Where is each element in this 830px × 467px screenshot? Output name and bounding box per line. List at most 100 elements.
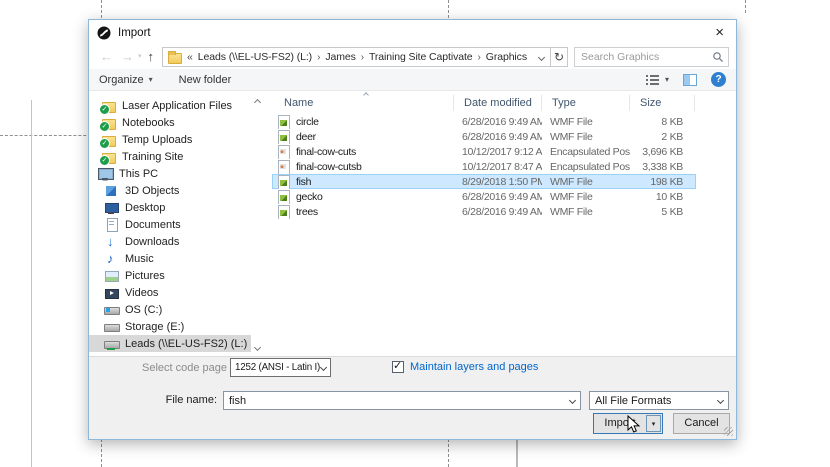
import-options-caret-icon[interactable]: ▾ [646,415,661,432]
file-size: 3,338 KB [630,161,695,173]
sidebar-item[interactable]: Pictures [89,267,251,284]
sidebar-item[interactable]: Laser Application Files [89,97,251,114]
app-logo-icon [97,26,111,40]
breadcrumb-separator[interactable]: › [478,52,481,63]
file-name: deer [296,131,316,143]
file-format-select[interactable]: All File Formats [589,391,729,410]
code-page-value: 1252 (ANSI - Latin I) [235,362,320,373]
file-name: trees [296,206,318,218]
title-bar: Import × [89,20,736,45]
search-input[interactable] [581,51,712,63]
file-name-input[interactable] [224,395,570,407]
sidebar-item[interactable]: Temp Uploads [89,131,251,148]
sidebar-item[interactable]: 3D Objects [89,182,251,199]
column-header-date-modified[interactable]: Date modified [454,95,542,111]
file-row[interactable]: deer6/28/2016 9:49 AMWMF File2 KB [272,129,696,144]
file-name-cell: circle [272,115,454,129]
file-size: 3,696 KB [630,146,695,158]
file-date-modified: 10/12/2017 9:12 AM [454,146,542,158]
resize-grip[interactable] [724,427,733,436]
guide-line-vertical-solid [31,100,32,467]
sidebar-item[interactable]: Leads (\\EL-US-FS2) (L:) [89,335,251,352]
sidebar-item[interactable]: Desktop [89,199,251,216]
breadcrumb-segment[interactable]: Leads (\\EL-US-FS2) (L:) [198,51,312,63]
refresh-button[interactable]: ↻ [551,47,568,67]
organize-button[interactable]: Organize ▾ [99,74,153,86]
sidebar-item-label: Laser Application Files [122,100,232,112]
downloads-icon [104,235,119,249]
file-date-modified: 10/12/2017 8:47 AM [454,161,542,173]
file-name: fish [296,176,311,188]
sidebar-item-label: Documents [125,219,181,231]
code-page-select[interactable]: 1252 (ANSI - Latin I) [230,358,331,377]
sidebar-item[interactable]: Music [89,250,251,267]
drive-os-icon [104,303,119,317]
breadcrumb-segment[interactable]: Graphics [486,51,527,63]
organize-label: Organize [99,74,144,86]
breadcrumb-separator[interactable]: › [317,52,320,63]
navigation-pane: Laser Application Files NotebooksTemp Upl… [89,91,267,356]
command-toolbar: Organize ▾ New folder ▾ ? [89,69,736,91]
sidebar-item[interactable]: OS (C:) [89,301,251,318]
sidebar-item-label: Pictures [125,270,165,282]
sidebar-item[interactable]: Storage (E:) [89,318,251,335]
file-type: WMF File [542,191,630,203]
breadcrumb-segment[interactable]: Training Site Captivate [369,51,473,63]
file-date-modified: 6/28/2016 9:49 AM [454,131,542,143]
sidebar-item[interactable]: Documents [89,216,251,233]
breadcrumb-segment[interactable]: James [325,51,355,63]
file-name: final-cow-cuts [296,146,356,158]
file-name: final-cow-cutsb [296,161,362,173]
sidebar-item-label: Downloads [125,236,179,248]
sidebar-item-label: OS (C:) [125,304,162,316]
sidebar-item[interactable]: This PC [89,165,251,182]
help-icon[interactable]: ? [711,72,726,87]
sidebar-item[interactable]: Training Site [89,148,251,165]
column-header-type[interactable]: Type [542,95,630,111]
file-type: WMF File [542,206,630,218]
dialog-main: Laser Application Files NotebooksTemp Upl… [89,91,736,356]
sidebar-item[interactable]: Notebooks [89,114,251,131]
column-header-size[interactable]: Size [630,95,695,111]
file-row[interactable]: circle6/28/2016 9:49 AMWMF File8 KB [272,114,696,129]
file-name-field[interactable] [223,391,581,410]
view-list-icon[interactable] [646,74,660,86]
sidebar-item-label: Desktop [125,202,165,214]
address-dropdown-icon[interactable] [538,53,545,60]
file-row[interactable]: gecko6/28/2016 9:49 AMWMF File10 KB [272,189,696,204]
cancel-button[interactable]: Cancel [673,413,730,434]
file-row[interactable]: final-cow-cuts10/12/2017 9:12 AMEncapsul… [272,144,696,159]
up-button[interactable]: ↑ [144,50,159,64]
forward-button[interactable]: → [117,50,138,64]
maintain-layers-label: Maintain layers and pages [410,361,538,373]
desktop-icon [104,201,119,215]
sidebar-item-label: This PC [119,168,158,180]
back-button[interactable]: ← [96,50,117,64]
search-box[interactable] [574,47,729,67]
sidebar-item[interactable]: Downloads [89,233,251,250]
file-name-cell: trees [272,205,454,219]
file-row[interactable]: fish8/29/2018 1:50 PMWMF File198 KB [272,174,696,189]
file-name-cell: fish [272,175,454,189]
view-options-caret-icon[interactable]: ▾ [665,76,669,84]
file-date-modified: 6/28/2016 9:49 AM [454,206,542,218]
file-row[interactable]: trees6/28/2016 9:49 AMWMF File5 KB [272,204,696,219]
breadcrumb-separator[interactable]: › [361,52,364,63]
file-date-modified: 6/28/2016 9:49 AM [454,191,542,203]
maintain-layers-checkbox[interactable]: ✓ [392,361,404,373]
sidebar-item-label: Music [125,253,154,265]
close-button[interactable]: × [711,25,728,40]
address-bar[interactable]: « Leads (\\EL-US-FS2) (L:) › James › Training… [162,47,551,67]
column-header-name[interactable]: Name [272,95,454,111]
wmf-file-icon [276,175,290,189]
chevron-down-icon [569,397,576,404]
file-row[interactable]: final-cow-cutsb10/12/2017 8:47 AMEncapsu… [272,159,696,174]
drive-icon [104,320,119,334]
code-page-label: Select code page [115,359,227,377]
navigation-row: ← → ▾ ↑ «Leads (\\EL-US-FS2) (L:)›James›… [89,45,736,69]
new-folder-button[interactable]: New folder [179,74,232,86]
breadcrumb-collapsed[interactable]: « [187,51,193,63]
sidebar-item[interactable]: Videos [89,284,251,301]
preview-pane-icon[interactable] [683,74,697,86]
folder-sync-icon [101,99,116,113]
